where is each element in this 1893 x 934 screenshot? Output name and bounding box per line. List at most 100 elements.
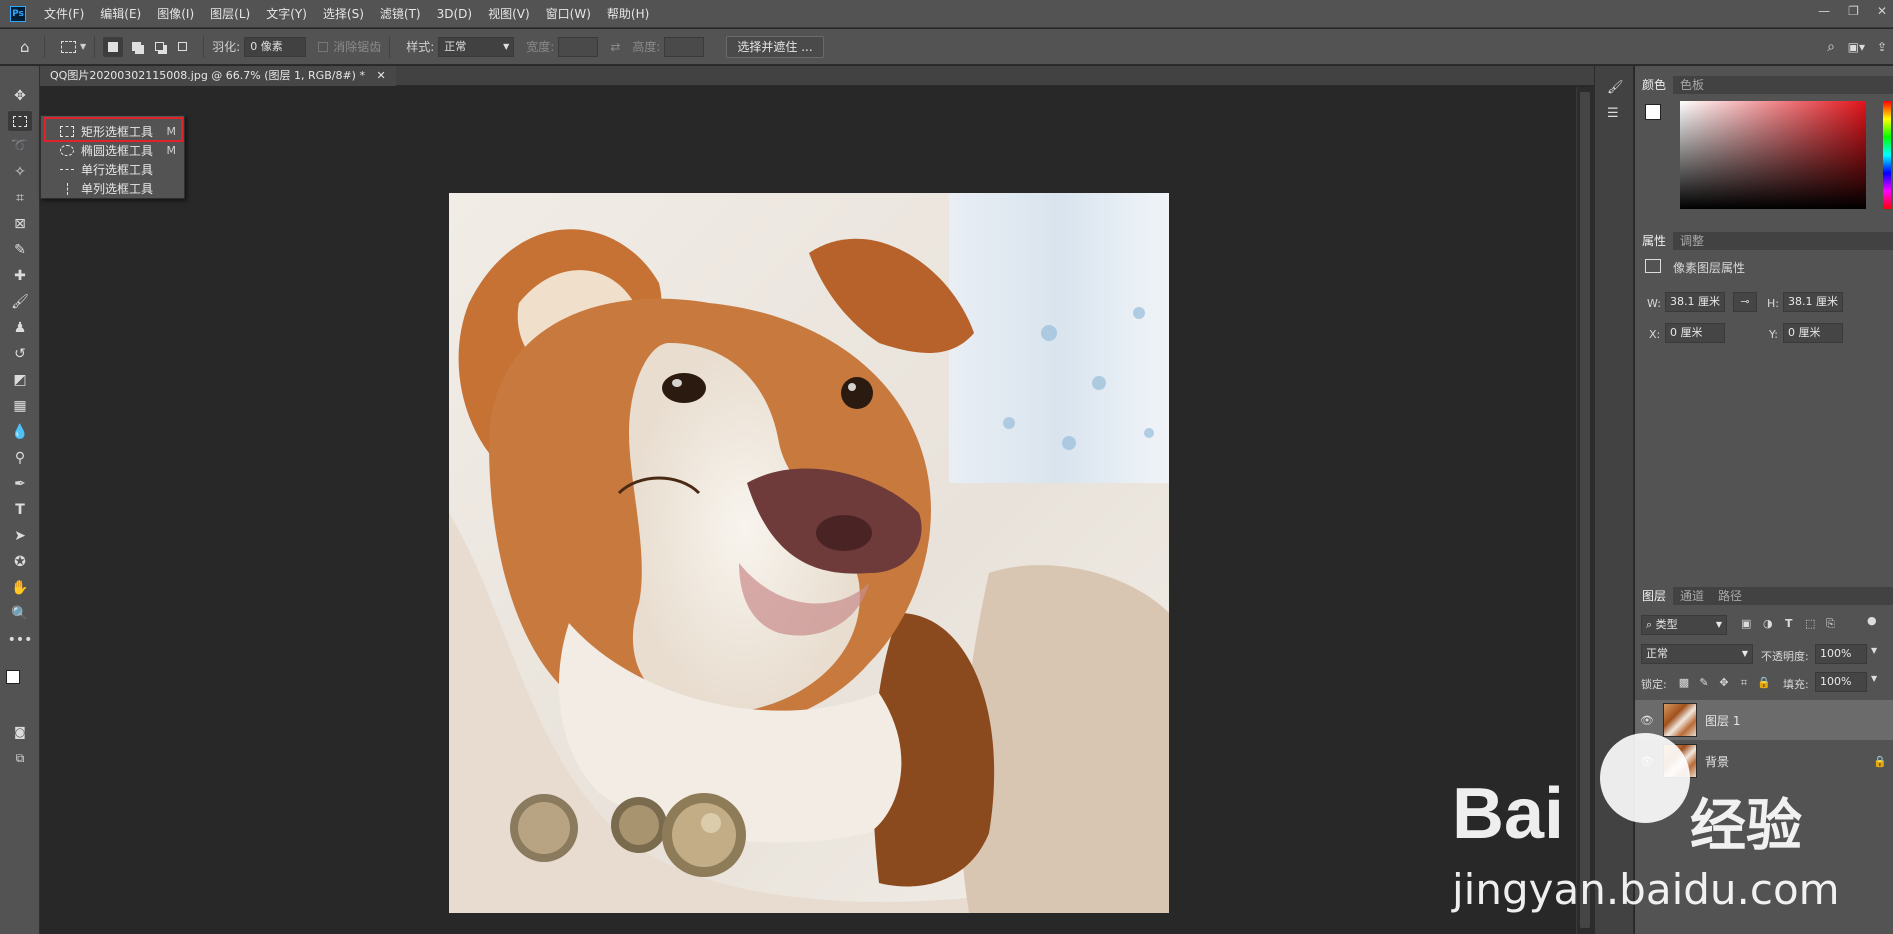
hand-tool-icon[interactable]: ✋ (8, 578, 32, 598)
quick-mask-icon[interactable]: ◙ (8, 722, 32, 742)
gradient-tool-icon[interactable]: ▦ (8, 396, 32, 416)
new-selection-button[interactable] (103, 36, 124, 57)
filter-toggle-icon[interactable]: ● (1867, 614, 1877, 627)
eyedropper-tool-icon[interactable]: ✎ (8, 240, 32, 260)
home-icon[interactable]: ⌂ (20, 38, 36, 56)
menu-help[interactable]: 帮助(H) (607, 5, 649, 22)
history-brush-tool-icon[interactable]: ↺ (8, 344, 32, 364)
width-label: W: (1647, 297, 1661, 310)
menu-select[interactable]: 选择(S) (323, 5, 364, 22)
menu-view[interactable]: 视图(V) (488, 5, 530, 22)
filter-type-icon[interactable]: T (1785, 617, 1793, 630)
add-selection-button[interactable] (126, 37, 146, 57)
adjustments-sliders-icon[interactable]: ☰ (1607, 106, 1619, 121)
lock-artboard-icon[interactable]: ⌗ (1737, 676, 1751, 690)
custom-shape-tool-icon[interactable]: ✪ (8, 552, 32, 572)
select-and-mask-button[interactable]: 选择并遮住 ... (726, 35, 824, 58)
intersect-selection-button[interactable] (172, 37, 192, 57)
move-tool-icon[interactable]: ✥ (8, 86, 32, 106)
marquee-preset-icon[interactable]: ▼ (61, 40, 86, 53)
canvas-area[interactable] (40, 87, 1576, 934)
antialias-checkbox[interactable] (318, 41, 329, 52)
tab-layers[interactable]: 图层 (1635, 587, 1674, 605)
flyout-item-single-row-marquee[interactable]: 单行选框工具 (41, 160, 184, 179)
type-tool-icon[interactable]: T (8, 500, 32, 520)
opacity-dropdown-icon[interactable]: ▼ (1871, 646, 1877, 655)
menu-type[interactable]: 文字(Y) (266, 5, 307, 22)
lock-paint-icon[interactable]: ✎ (1697, 676, 1711, 690)
tab-swatches[interactable]: 色板 (1673, 76, 1711, 94)
menu-image[interactable]: 图像(I) (157, 5, 194, 22)
healing-brush-tool-icon[interactable]: ✚ (8, 266, 32, 286)
lasso-tool-icon[interactable]: ➰ (8, 136, 32, 156)
zoom-tool-icon[interactable]: 🔍 (8, 604, 32, 624)
link-icon[interactable]: ⊸ (1733, 292, 1757, 312)
swap-icon[interactable]: ⇄ (610, 40, 620, 54)
photoshop-logo: Ps (10, 5, 26, 22)
brush-settings-icon[interactable]: 🖌 (1607, 80, 1624, 95)
filter-smart-object-icon[interactable]: ⎘ (1826, 617, 1835, 631)
eraser-tool-icon[interactable]: ◩ (8, 370, 32, 390)
hue-slider[interactable] (1883, 101, 1891, 209)
share-icon[interactable]: ⇪ (1877, 40, 1887, 54)
menu-window[interactable]: 窗口(W) (546, 5, 591, 22)
menu-3d[interactable]: 3D(D) (437, 7, 472, 21)
document-image[interactable] (449, 193, 1169, 913)
minimize-button[interactable]: — (1818, 4, 1830, 18)
menu-layer[interactable]: 图层(L) (210, 5, 250, 22)
height-input[interactable] (664, 36, 705, 57)
flyout-item-single-column-marquee[interactable]: 单列选框工具 (41, 179, 184, 198)
fill-dropdown-icon[interactable]: ▼ (1871, 674, 1877, 683)
dodge-tool-icon[interactable]: ⚲ (8, 448, 32, 468)
style-select[interactable]: 正常 ▼ (438, 36, 515, 57)
search-icon[interactable]: ⌕ (1827, 39, 1835, 55)
path-selection-tool-icon[interactable]: ➤ (8, 526, 32, 546)
filter-shape-icon[interactable]: ⬚ (1805, 617, 1815, 630)
feather-input[interactable]: 0 像素 (244, 36, 307, 57)
layer-filter-select[interactable]: ⌕ 类型 ▼ (1641, 615, 1727, 635)
close-button[interactable]: ✕ (1877, 4, 1887, 18)
screen-mode-icon[interactable]: ⧉ (8, 748, 32, 768)
lock-transparent-icon[interactable]: ▩ (1677, 676, 1691, 690)
menu-edit[interactable]: 编辑(E) (100, 5, 141, 22)
opacity-field[interactable]: 100% (1815, 644, 1867, 664)
tab-properties[interactable]: 属性 (1635, 232, 1674, 250)
x-field[interactable]: 0 厘米 (1665, 323, 1725, 343)
subtract-selection-button[interactable] (149, 37, 169, 57)
layers-panel-tabs: 图层 通道 路径 (1635, 587, 1893, 605)
foreground-color-chip[interactable] (1645, 104, 1661, 120)
document-tab[interactable]: QQ图片20200302115008.jpg @ 66.7% (图层 1, RG… (40, 66, 396, 86)
tab-color[interactable]: 颜色 (1635, 76, 1674, 94)
tab-paths[interactable]: 路径 (1711, 587, 1749, 605)
close-tab-icon[interactable]: ✕ (376, 69, 385, 82)
brush-tool-icon[interactable]: 🖌 (8, 292, 32, 312)
lock-move-icon[interactable]: ✥ (1717, 676, 1731, 690)
fill-field[interactable]: 100% (1815, 672, 1867, 692)
color-picker-field[interactable] (1680, 101, 1866, 209)
foreground-color-swatch[interactable] (6, 670, 20, 684)
height-field[interactable]: 38.1 厘米 (1783, 292, 1843, 312)
width-field[interactable]: 38.1 厘米 (1665, 292, 1725, 312)
flyout-item-elliptical-marquee[interactable]: 椭圆选框工具 M (41, 141, 184, 160)
rectangular-marquee-tool-icon[interactable] (8, 111, 32, 131)
workspace-icon[interactable]: ▣▾ (1848, 40, 1865, 54)
menu-file[interactable]: 文件(F) (44, 5, 84, 22)
tab-adjustments[interactable]: 调整 (1673, 232, 1711, 250)
blend-mode-select[interactable]: 正常 ▼ (1641, 644, 1753, 664)
paw-logo-icon (1600, 733, 1690, 823)
magic-wand-tool-icon[interactable]: ✧ (8, 162, 32, 182)
clone-stamp-tool-icon[interactable]: ♟ (8, 318, 32, 338)
edit-toolbar-icon[interactable]: ••• (8, 630, 33, 650)
crop-tool-icon[interactable]: ⌗ (8, 188, 32, 208)
y-field[interactable]: 0 厘米 (1783, 323, 1843, 343)
blur-tool-icon[interactable]: 💧 (8, 422, 32, 442)
tab-channels[interactable]: 通道 (1673, 587, 1711, 605)
lock-all-icon[interactable]: 🔒 (1757, 676, 1771, 690)
frame-tool-icon[interactable]: ⊠ (8, 214, 32, 234)
restore-button[interactable]: ❐ (1848, 4, 1859, 18)
filter-adjustment-icon[interactable]: ◑ (1763, 617, 1773, 630)
pen-tool-icon[interactable]: ✒ (8, 474, 32, 494)
width-input[interactable] (558, 36, 599, 57)
filter-pixel-icon[interactable]: ▣ (1741, 617, 1751, 630)
menu-filter[interactable]: 滤镜(T) (380, 5, 421, 22)
